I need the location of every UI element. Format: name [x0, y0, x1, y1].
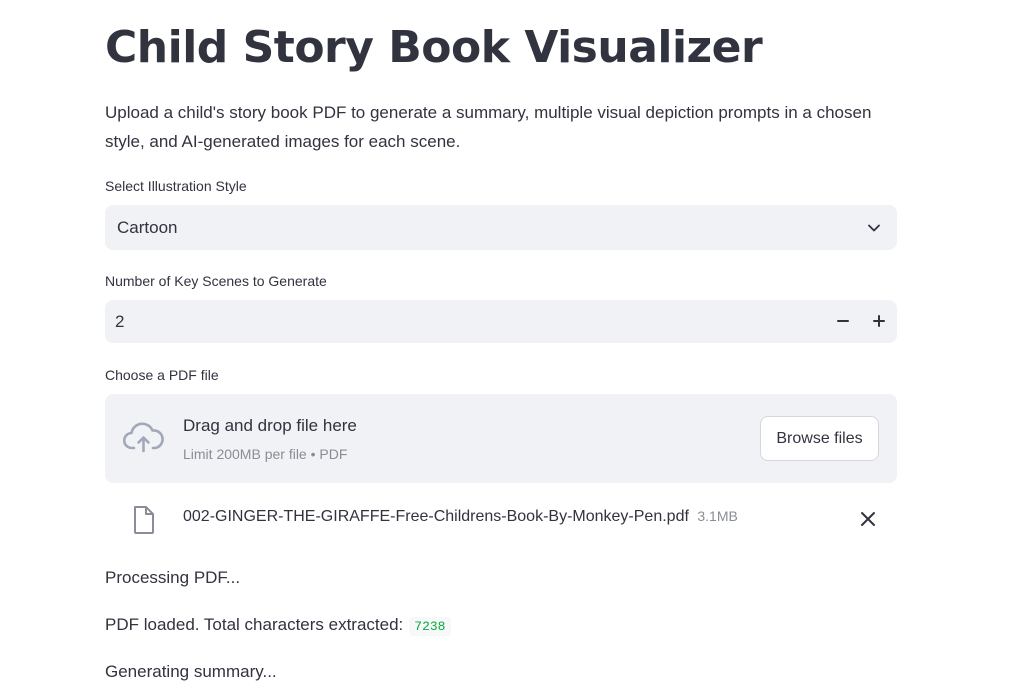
page-title: Child Story Book Visualizer [105, 22, 763, 73]
uploaded-file-size: 3.1MB [697, 508, 738, 524]
style-select-label: Select Illustration Style [105, 178, 247, 194]
style-select-value: Cartoon [117, 218, 178, 237]
decrement-button[interactable] [825, 300, 861, 343]
minus-icon [837, 320, 849, 322]
scenes-number-input[interactable]: 2 [105, 300, 897, 343]
upload-limit-text: Limit 200MB per file • PDF [183, 446, 348, 462]
increment-button[interactable] [861, 300, 897, 343]
close-icon[interactable] [859, 510, 877, 528]
style-select[interactable]: Cartoon [105, 205, 897, 250]
status-processing: Processing PDF... [105, 568, 241, 587]
chevron-down-icon [868, 224, 880, 232]
drag-drop-text: Drag and drop file here [183, 416, 357, 435]
uploaded-file-item: 002-GINGER-THE-GIRAFFE-Free-Childrens-Bo… [105, 500, 897, 540]
status-generating: Generating summary... [105, 662, 277, 681]
page-description: Upload a child's story book PDF to gener… [105, 103, 872, 151]
file-icon [134, 506, 154, 534]
scenes-input-label: Number of Key Scenes to Generate [105, 273, 327, 289]
uploaded-file-name: 002-GINGER-THE-GIRAFFE-Free-Childrens-Bo… [183, 508, 689, 525]
cloud-upload-icon [123, 422, 164, 453]
uploader-label: Choose a PDF file [105, 367, 219, 383]
scenes-input-value: 2 [115, 312, 125, 331]
status-loaded: PDF loaded. Total characters extracted: 7… [105, 615, 451, 636]
plus-icon [873, 315, 885, 327]
status-loaded-text: PDF loaded. Total characters extracted: [105, 615, 404, 634]
file-dropzone[interactable]: Drag and drop file here Limit 200MB per … [105, 394, 897, 483]
char-count-code: 7238 [409, 617, 451, 636]
browse-files-button[interactable]: Browse files [760, 416, 879, 461]
